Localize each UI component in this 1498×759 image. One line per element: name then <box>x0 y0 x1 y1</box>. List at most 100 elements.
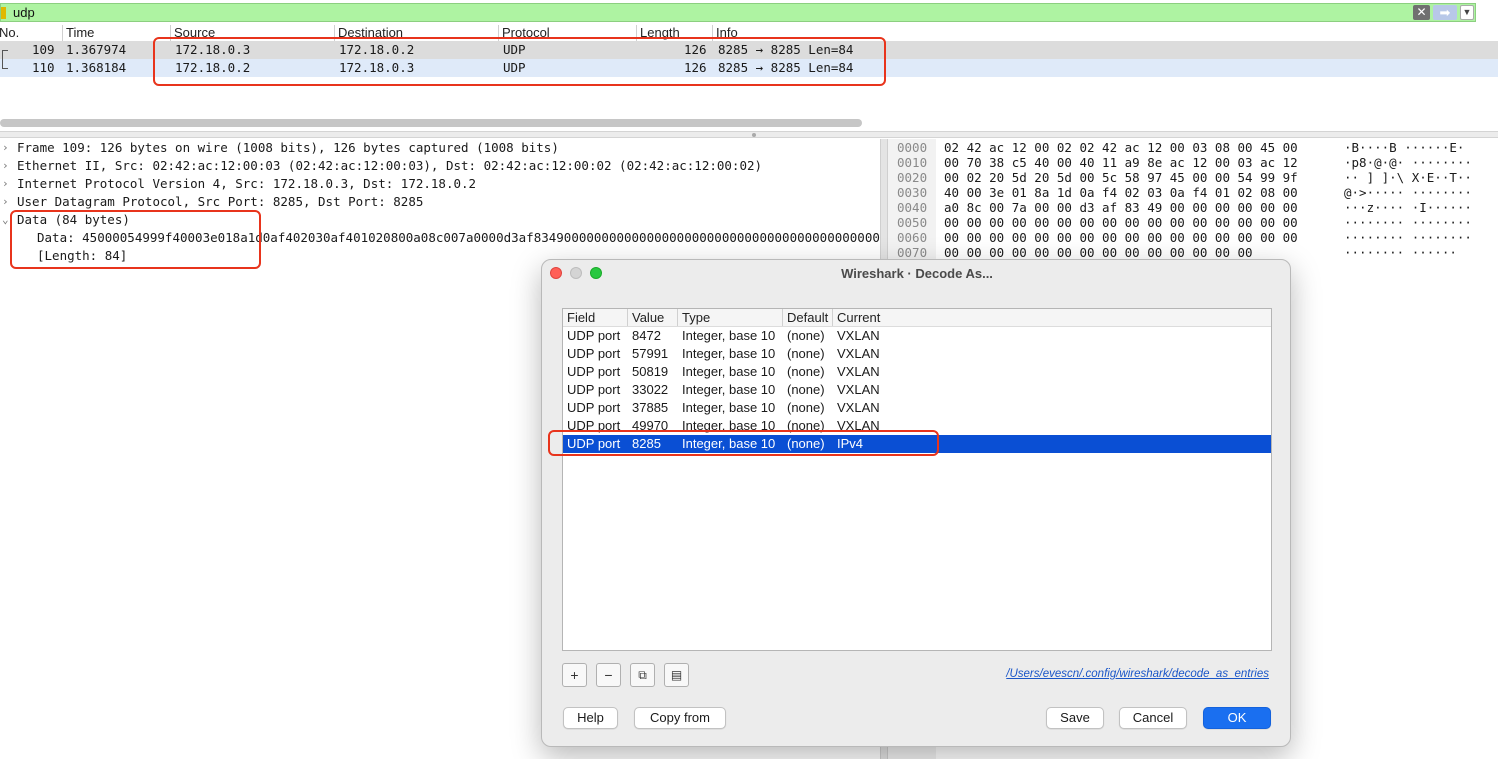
chevron-right-icon[interactable]: › <box>2 175 9 193</box>
cell-field: UDP port <box>567 418 621 433</box>
cell-type: Integer, base 10 <box>682 400 776 415</box>
packet-info: 8285 → 8285 Len=84 <box>718 60 854 75</box>
packet-length: 126 <box>684 60 707 75</box>
copy-from-button[interactable]: Copy from <box>634 707 726 729</box>
packet-source: 172.18.0.3 <box>175 42 251 57</box>
column-header-type[interactable]: Type <box>678 309 783 326</box>
packet-destination: 172.18.0.3 <box>339 60 415 75</box>
packet-no: 109 <box>32 42 55 57</box>
chevron-right-icon[interactable]: › <box>2 157 9 175</box>
column-header-field[interactable]: Field <box>563 309 628 326</box>
cell-field: UDP port <box>567 400 621 415</box>
cell-field: UDP port <box>567 328 621 343</box>
cell-current: VXLAN <box>837 382 880 397</box>
help-button[interactable]: Help <box>563 707 618 729</box>
cell-default: (none) <box>787 328 825 343</box>
cell-current: VXLAN <box>837 346 880 361</box>
cell-field: UDP port <box>567 436 621 451</box>
table-row[interactable]: UDP port 50819 Integer, base 10 (none) VXLAN <box>563 363 1271 381</box>
dialog-title: Wireshark · Decode As... <box>841 266 993 281</box>
table-row[interactable]: UDP port 49970 Integer, base 10 (none) VXLAN <box>563 417 1271 435</box>
cell-value: 8472 <box>632 328 661 343</box>
cell-field: UDP port <box>567 364 621 379</box>
horizontal-scrollbar[interactable] <box>0 119 862 127</box>
packet-time: 1.367974 <box>66 42 127 57</box>
cell-type: Integer, base 10 <box>682 418 776 433</box>
chevron-right-icon[interactable]: › <box>2 193 9 211</box>
table-row[interactable]: UDP port 37885 Integer, base 10 (none) VXLAN <box>563 399 1271 417</box>
save-button[interactable]: Save <box>1046 707 1104 729</box>
maximize-window-icon[interactable] <box>590 267 602 279</box>
copy-entry-button[interactable]: ⧉ <box>630 663 655 687</box>
conversation-bracket <box>2 50 8 60</box>
config-path-link[interactable]: /Users/evescn/.config/wireshark/decode_a… <box>995 668 1269 680</box>
decode-as-table: Field Value Type Default Current UDP por… <box>562 308 1272 651</box>
dialog-titlebar[interactable]: Wireshark · Decode As... <box>542 260 1290 288</box>
table-row[interactable]: UDP port 8472 Integer, base 10 (none) VXLAN <box>563 327 1271 345</box>
column-header-info[interactable]: Info <box>712 25 1498 41</box>
cell-type: Integer, base 10 <box>682 364 776 379</box>
cell-value: 8285 <box>632 436 661 451</box>
conversation-bracket <box>2 60 8 69</box>
table-row[interactable]: UDP port 57991 Integer, base 10 (none) VXLAN <box>563 345 1271 363</box>
cell-type: Integer, base 10 <box>682 382 776 397</box>
cell-type: Integer, base 10 <box>682 328 776 343</box>
cell-current: VXLAN <box>837 418 880 433</box>
bookmark-icon[interactable] <box>1 7 6 19</box>
packet-row[interactable]: 110 1.368184 172.18.0.2 172.18.0.3 UDP 1… <box>0 59 1498 77</box>
cell-default: (none) <box>787 346 825 361</box>
minimize-window-icon[interactable] <box>570 267 582 279</box>
table-header: Field Value Type Default Current <box>563 309 1271 327</box>
packet-source: 172.18.0.2 <box>175 60 251 75</box>
column-header-time[interactable]: Time <box>62 25 170 41</box>
remove-entry-button[interactable]: − <box>596 663 621 687</box>
column-header-value[interactable]: Value <box>628 309 678 326</box>
cell-value: 57991 <box>632 346 669 361</box>
close-window-icon[interactable] <box>550 267 562 279</box>
packet-protocol: UDP <box>503 60 526 75</box>
cell-value: 33022 <box>632 382 669 397</box>
display-filter-bar[interactable]: udp ✕ ➡ ▼ <box>0 3 1476 22</box>
cancel-button[interactable]: Cancel <box>1119 707 1187 729</box>
cell-default: (none) <box>787 418 825 433</box>
packet-destination: 172.18.0.2 <box>339 42 415 57</box>
ok-button[interactable]: OK <box>1203 707 1271 729</box>
pane-splitter[interactable] <box>0 131 1498 138</box>
cell-field: UDP port <box>567 382 621 397</box>
clear-icon[interactable]: ✕ <box>1413 5 1430 20</box>
add-entry-button[interactable]: + <box>562 663 587 687</box>
column-header-protocol[interactable]: Protocol <box>498 25 636 41</box>
column-header-current[interactable]: Current <box>833 309 1271 326</box>
cell-type: Integer, base 10 <box>682 436 776 451</box>
splitter-handle[interactable] <box>752 133 756 137</box>
packet-list-header: No. Time Source Destination Protocol Len… <box>0 25 1498 41</box>
column-header-default[interactable]: Default <box>783 309 833 326</box>
packet-row[interactable]: 109 1.367974 172.18.0.3 172.18.0.2 UDP 1… <box>0 41 1498 59</box>
cell-current: VXLAN <box>837 400 880 415</box>
table-row[interactable]: UDP port 33022 Integer, base 10 (none) VXLAN <box>563 381 1271 399</box>
column-header-source[interactable]: Source <box>170 25 334 41</box>
packet-protocol: UDP <box>503 42 526 57</box>
cell-default: (none) <box>787 436 825 451</box>
packet-no: 110 <box>32 60 55 75</box>
clear-entries-button[interactable]: ▤ <box>664 663 689 687</box>
packet-info: 8285 → 8285 Len=84 <box>718 42 854 57</box>
decode-as-dialog: Wireshark · Decode As... Field Value Typ… <box>541 259 1291 747</box>
chevron-down-icon[interactable]: ▼ <box>1460 5 1474 20</box>
table-row[interactable]: UDP port 8285 Integer, base 10 (none) IPv4 <box>563 435 1271 453</box>
chevron-right-icon[interactable]: › <box>2 139 9 157</box>
cell-current: VXLAN <box>837 328 880 343</box>
cell-field: UDP port <box>567 346 621 361</box>
cell-current: IPv4 <box>837 436 864 451</box>
packet-time: 1.368184 <box>66 60 127 75</box>
cell-value: 50819 <box>632 364 669 379</box>
packet-length: 126 <box>684 42 707 57</box>
column-header-destination[interactable]: Destination <box>334 25 498 41</box>
cell-value: 37885 <box>632 400 669 415</box>
apply-arrow-icon[interactable]: ➡ <box>1433 5 1457 20</box>
chevron-down-icon[interactable]: ⌄ <box>2 211 9 229</box>
column-header-no[interactable]: No. <box>0 25 62 41</box>
filter-input[interactable]: udp <box>13 4 35 21</box>
column-header-length[interactable]: Length <box>636 25 712 41</box>
cell-value: 49970 <box>632 418 669 433</box>
